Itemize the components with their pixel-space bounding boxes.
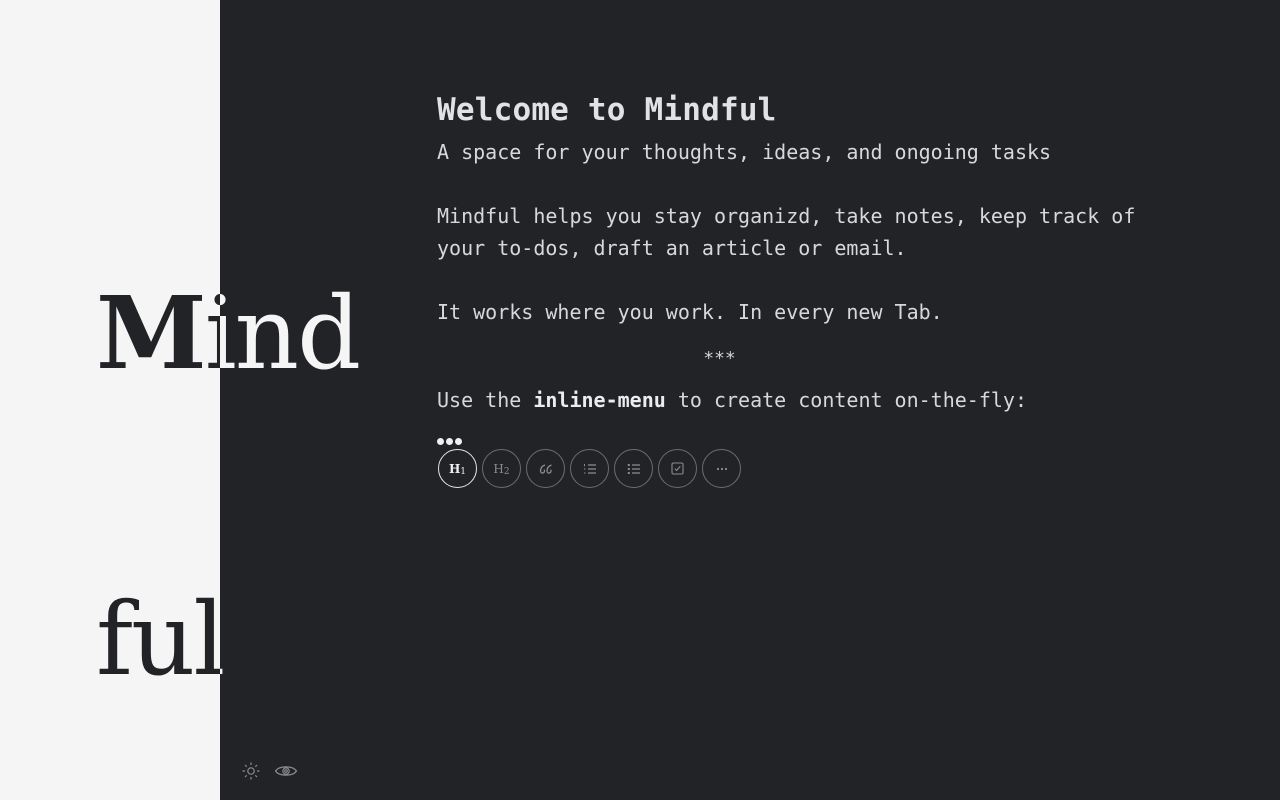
preview-toggle-button[interactable] [274,762,298,780]
heading-2-icon: H2 [493,461,510,477]
heading-1-button[interactable]: H1 [438,449,477,488]
inline-menu-toolbar: H1 H2 [438,449,1157,488]
footer-controls [240,760,298,782]
page-title: Welcome to Mindful [437,92,777,128]
quote-icon [539,463,552,474]
dot-icon [437,438,444,445]
sun-icon [242,762,260,780]
ordered-list-button[interactable] [570,449,609,488]
heading-2-button[interactable]: H2 [482,449,521,488]
more-icon [716,467,727,470]
dot-icon [455,438,462,445]
quote-button[interactable] [526,449,565,488]
theme-toggle-button[interactable] [240,760,262,782]
tagline-paragraph: It works where you work. In every new Ta… [437,300,943,324]
bullet-list-icon [627,463,640,474]
checkbox-icon [671,462,684,475]
inline-suffix: to create content on-the-fly: [665,388,1028,412]
logo-letter-m: M [96,274,205,392]
eye-icon [274,766,298,776]
description-paragraph: Mindful helps you stay organizd, take no… [437,204,1136,260]
subtitle: A space for your thoughts, ideas, and on… [437,140,1052,164]
inline-menu-handle[interactable] [437,438,1157,446]
inline-prefix: Use the [437,388,534,412]
section-divider: *** [703,348,736,369]
bullet-list-button[interactable] [614,449,653,488]
inline-menu-keyword: inline-menu [533,388,666,412]
heading-1-icon: H1 [448,461,467,477]
more-options-button[interactable] [702,449,741,488]
checkbox-button[interactable] [658,449,697,488]
dot-icon [446,438,453,445]
ordered-list-icon [583,463,596,474]
inline-menu-paragraph: Use the inline-menu to create content on… [437,384,1157,416]
editor-content[interactable]: Welcome to Mindful A space for your thou… [437,88,1157,488]
